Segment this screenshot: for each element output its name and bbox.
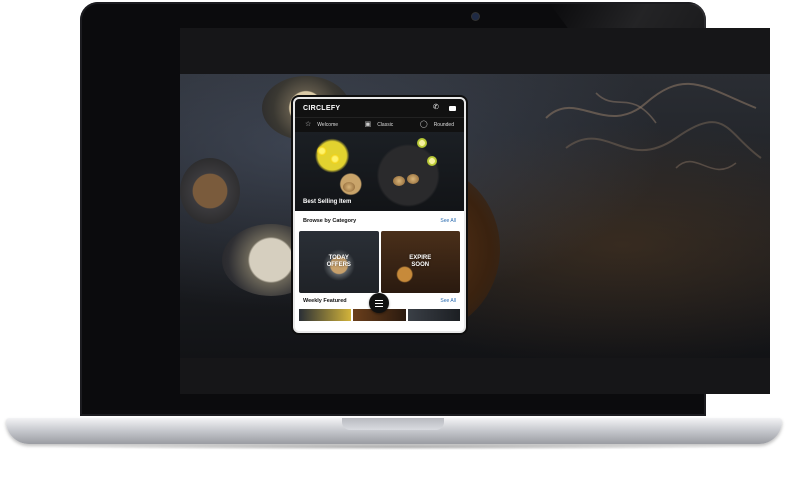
phone-icon[interactable]: ✆ [433,104,439,111]
phone-app-preview: CIRCLEFY ✆ ☆ Welcome ▣ Classic ◯ Rounded… [293,97,466,333]
hero-cookie [343,182,355,192]
tab-label: Rounded [433,122,454,128]
hero-cookie [407,174,419,184]
circle-icon: ◯ [419,121,428,128]
screen-top-band [180,28,770,74]
hero-flower [317,146,327,156]
hero-flower [330,154,340,164]
laptop-notch [342,418,444,430]
weekly-title: Weekly Featured [303,298,347,304]
hero-banner[interactable]: Best Selling Item [295,132,464,211]
background-photo [180,74,770,358]
hero-lemon [417,138,427,148]
menu-icon [375,299,383,307]
app-tabs: ☆ Welcome ▣ Classic ◯ Rounded [295,117,464,132]
weekly-see-all-link[interactable]: See All [440,298,456,304]
laptop-screen [180,28,770,394]
tab-label: Welcome [317,122,339,128]
hero-lemon [427,156,437,166]
fab-menu-button[interactable] [369,293,389,313]
weekly-item[interactable] [299,309,352,321]
category-card-label-line2: SOON [411,262,430,268]
app-brand: CIRCLEFY [303,104,341,112]
photo-icon: ▣ [364,121,372,128]
weekly-item[interactable] [407,309,460,321]
star-icon: ☆ [305,121,312,128]
browse-see-all-link[interactable]: See All [440,218,456,224]
bowl-nuts [180,158,240,224]
screen-bottom-band [180,358,770,394]
tab-label: Classic [377,122,394,128]
message-icon[interactable] [449,105,456,111]
hero-title: Best Selling Item [303,199,352,205]
category-card-label-line2: OFFERS [326,262,351,268]
category-card-label: EXPIRE SOON [409,255,431,269]
category-card-expire-soon[interactable]: EXPIRE SOON [380,231,460,293]
tab-classic[interactable]: ▣ Classic [364,121,394,128]
category-card-label-line1: EXPIRE [409,255,432,261]
twigs-decoration [545,82,762,171]
tab-rounded[interactable]: ◯ Rounded [419,121,454,128]
category-card-today-offers[interactable]: TODAY OFFERS [299,231,379,293]
hero-cookie [393,176,405,186]
header-icons: ✆ [433,104,456,111]
browse-header: Browse by Category See All [295,211,464,231]
laptop-shadow [40,444,746,450]
camera-dot [472,13,479,20]
browse-title: Browse by Category [303,218,357,224]
category-card-label-line1: TODAY [328,255,349,261]
category-card-label: TODAY OFFERS [327,255,351,269]
tab-welcome[interactable]: ☆ Welcome [305,121,339,128]
app-header: CIRCLEFY ✆ [295,99,464,117]
category-grid: TODAY OFFERS EXPIRE SOON [295,231,464,293]
